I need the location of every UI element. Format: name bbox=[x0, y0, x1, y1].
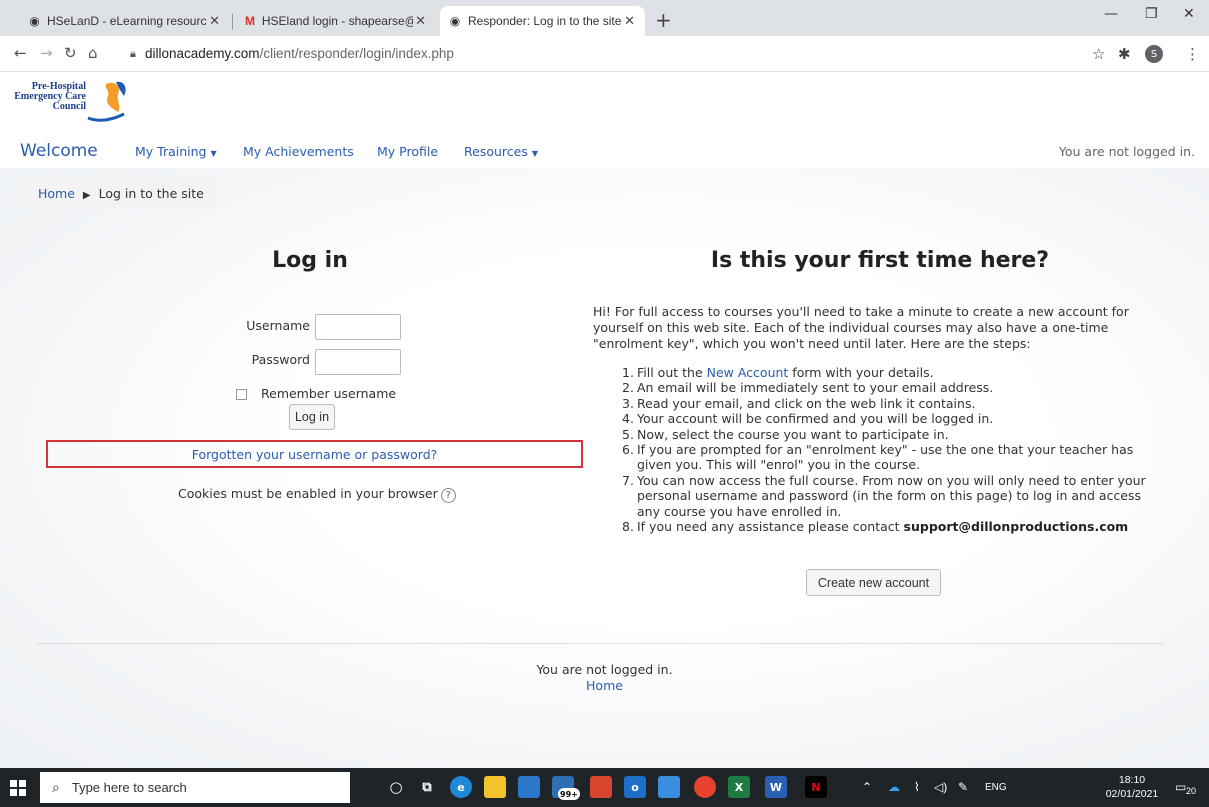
office-icon[interactable] bbox=[590, 776, 612, 798]
main-nav: Welcome My Training ▼ My Achievements My… bbox=[0, 138, 1209, 168]
list-item: 1. Fill out the New Account form with you… bbox=[622, 365, 934, 380]
excel-icon[interactable]: X bbox=[728, 776, 750, 798]
help-icon[interactable]: ? bbox=[440, 488, 456, 503]
list-item: 7. You can now access the full course. Fr… bbox=[622, 472, 1146, 519]
minimize-icon[interactable]: — bbox=[1104, 6, 1118, 22]
close-tab-icon[interactable]: ✕ bbox=[622, 13, 637, 29]
login-title: Log in bbox=[272, 248, 348, 273]
create-account-button[interactable]: Create new account bbox=[806, 569, 941, 596]
remember-label[interactable]: Remember username bbox=[261, 386, 396, 401]
globe-icon: ◉ bbox=[29, 14, 40, 28]
breadcrumb-home[interactable]: Home bbox=[38, 186, 75, 201]
login-status: You are not logged in. bbox=[1058, 144, 1195, 159]
cortana-icon[interactable]: ○ bbox=[385, 776, 407, 798]
restore-icon[interactable]: ❐ bbox=[1145, 6, 1158, 22]
reload-icon[interactable]: ↻ bbox=[64, 44, 77, 62]
logo-text: Pre-Hospital Emergency Care Council bbox=[14, 81, 86, 112]
bookmark-star-icon[interactable]: ☆ bbox=[1092, 45, 1105, 63]
tab-separator bbox=[232, 14, 233, 30]
photos-icon[interactable] bbox=[658, 776, 680, 798]
menu-dots-icon[interactable]: ⋮ bbox=[1185, 45, 1200, 63]
username-label: Username bbox=[246, 318, 310, 333]
tray-expand-icon[interactable]: ⌃ bbox=[862, 780, 872, 794]
nav-my-training[interactable]: My Training ▼ bbox=[135, 144, 217, 159]
nav-my-profile[interactable]: My Profile bbox=[377, 144, 438, 159]
password-label: Password bbox=[251, 352, 310, 367]
close-tab-icon[interactable]: ✕ bbox=[207, 13, 222, 29]
taskbar: ⌕ Type here to search ○ ⧉ e 99+ o X W N … bbox=[0, 768, 1209, 807]
new-account-link[interactable]: New Account bbox=[707, 365, 789, 380]
new-tab-icon[interactable]: + bbox=[655, 8, 672, 32]
breadcrumb: Home ▶ Log in to the site bbox=[26, 180, 216, 208]
nav-resources[interactable]: Resources ▼ bbox=[464, 144, 538, 159]
url-field[interactable]: dillonacademy.com/client/responder/login… bbox=[145, 46, 454, 61]
back-icon[interactable]: ← bbox=[14, 44, 27, 62]
nav-my-achievements[interactable]: My Achievements bbox=[243, 144, 354, 159]
logo-figure-icon bbox=[87, 81, 126, 122]
lock-icon[interactable]: 🔒︎ bbox=[130, 47, 136, 61]
nav-welcome[interactable]: Welcome bbox=[20, 141, 98, 161]
browser-tab-1[interactable]: ◉ HSeLanD - eLearning resources ✕ bbox=[20, 6, 230, 36]
volume-icon[interactable]: ◁) bbox=[934, 780, 947, 794]
browser-tab-2[interactable]: M HSEland login - shapearse@gma ✕ bbox=[236, 6, 436, 36]
list-item: 6. If you are prompted for an "enrolment … bbox=[622, 442, 1134, 473]
home-icon[interactable]: ⌂ bbox=[88, 44, 98, 62]
breadcrumb-current: Log in to the site bbox=[98, 186, 204, 201]
browser-tab-bar: ◉ HSeLanD - eLearning resources ✕ M HSEl… bbox=[0, 0, 1209, 36]
store-icon[interactable] bbox=[518, 776, 540, 798]
word-icon[interactable]: W bbox=[765, 776, 787, 798]
close-tab-icon[interactable]: ✕ bbox=[413, 13, 428, 29]
edge-icon[interactable]: e bbox=[450, 776, 472, 798]
close-window-icon[interactable]: ✕ bbox=[1183, 6, 1195, 22]
login-button[interactable]: Log in bbox=[289, 404, 335, 430]
list-item: 5. Now, select the course you want to par… bbox=[622, 426, 949, 442]
task-view-icon[interactable]: ⧉ bbox=[416, 776, 438, 798]
taskbar-search[interactable]: ⌕ Type here to search bbox=[40, 772, 350, 803]
signup-intro: Hi! For full access to courses you'll ne… bbox=[593, 304, 1129, 351]
file-explorer-icon[interactable] bbox=[484, 776, 506, 798]
list-item: 8. If you need any assistance please cont… bbox=[622, 519, 1129, 535]
password-input[interactable] bbox=[315, 349, 401, 375]
cookies-notice: Cookies must be enabled in your browser? bbox=[178, 486, 456, 503]
netflix-icon[interactable]: N bbox=[805, 776, 827, 798]
remember-checkbox[interactable] bbox=[236, 389, 247, 400]
signup-steps: 1. Fill out the New Account form with you… bbox=[622, 365, 1162, 534]
list-item: 3. Read your email, and click on the web … bbox=[622, 395, 976, 411]
notifications-icon[interactable]: ▭ bbox=[1175, 780, 1186, 794]
clock[interactable]: 18:10 02/01/2021 bbox=[1104, 773, 1160, 801]
wifi-icon[interactable]: ⌇ bbox=[914, 780, 920, 794]
outlook-icon[interactable]: o bbox=[624, 776, 646, 798]
extensions-icon[interactable]: ✱ bbox=[1118, 45, 1131, 63]
footer-divider bbox=[36, 643, 1164, 644]
notification-count: 20 bbox=[1186, 786, 1197, 796]
site-logo[interactable]: Pre-Hospital Emergency Care Council bbox=[14, 78, 144, 126]
badge-count: 99+ bbox=[558, 788, 580, 800]
footer-status: You are not logged in. bbox=[536, 662, 673, 677]
breadcrumb-arrow-icon: ▶ bbox=[82, 190, 91, 201]
browser-tab-3-active[interactable]: ◉ Responder: Log in to the site ✕ bbox=[440, 6, 645, 36]
chrome-icon[interactable] bbox=[694, 776, 716, 798]
profile-avatar[interactable]: S bbox=[1145, 45, 1163, 63]
globe-icon: ◉ bbox=[449, 14, 461, 28]
footer-home-link: Home bbox=[586, 678, 623, 693]
gmail-icon: M bbox=[244, 14, 255, 28]
signup-title: Is this your first time here? bbox=[710, 248, 1050, 273]
list-item: 4. Your account will be confirmed and you… bbox=[622, 411, 994, 427]
address-bar: ← → ↻ ⌂ 🔒︎ dillonacademy.com/client/resp… bbox=[0, 36, 1209, 72]
windows-start-icon[interactable] bbox=[10, 780, 26, 796]
username-input[interactable] bbox=[315, 314, 401, 340]
caret-down-icon: ▼ bbox=[531, 149, 538, 158]
forgot-password-link[interactable]: Forgotten your username or password? bbox=[46, 440, 583, 468]
pen-icon[interactable]: ✎ bbox=[958, 780, 968, 794]
support-email: support@dillonproductions.com bbox=[903, 519, 1129, 535]
onedrive-icon[interactable]: ☁ bbox=[888, 780, 900, 794]
list-item: 2. An email will be immediately sent to y… bbox=[622, 380, 994, 396]
search-icon: ⌕ bbox=[52, 779, 60, 795]
forward-icon[interactable]: → bbox=[40, 44, 53, 62]
caret-down-icon: ▼ bbox=[210, 149, 217, 158]
language-indicator[interactable]: ENG bbox=[985, 782, 1007, 793]
